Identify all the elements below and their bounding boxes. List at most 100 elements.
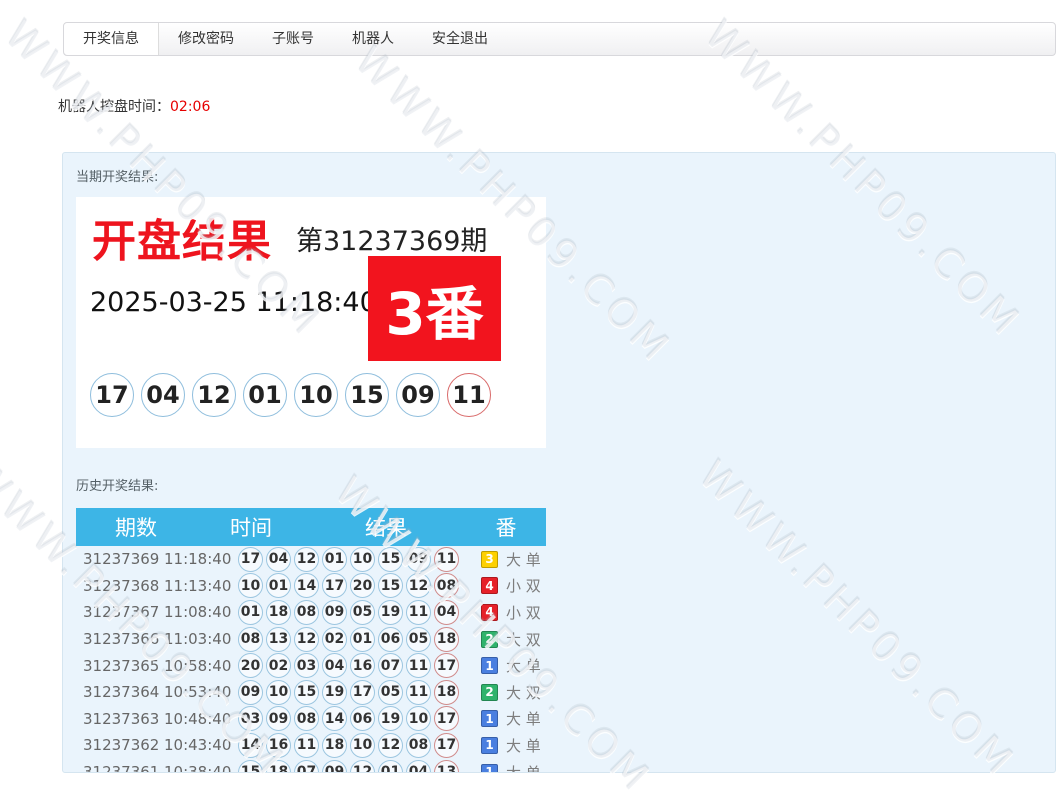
number-ball: 15 — [294, 680, 319, 705]
number-ball: 17 — [238, 547, 263, 572]
time-cell: 10:43:40 — [164, 736, 238, 754]
fan-badge: 2 — [481, 631, 498, 648]
current-result-label: 当期开奖结果: — [76, 166, 158, 185]
type-cell: 大 单 — [506, 735, 541, 756]
history-table: 期数 时间 结果 番 31237369 11:18:40 17041201101… — [76, 508, 546, 773]
tab-lottery-info[interactable]: 开奖信息 — [64, 23, 159, 55]
tab-change-password[interactable]: 修改密码 — [159, 23, 253, 55]
number-ball: 20 — [238, 653, 263, 678]
results-panel: 当期开奖结果: 开盘结果 第31237369期 2025-03-25 11:18… — [62, 152, 1056, 773]
number-ball: 09 — [266, 706, 291, 731]
period-cell: 31237361 — [83, 763, 164, 773]
numbers-cell: 0309081406191017 — [238, 706, 461, 731]
number-ball: 17 — [322, 573, 347, 598]
number-ball: 10 — [294, 373, 338, 417]
period-cell: 31237365 — [83, 657, 164, 675]
current-result-card: 开盘结果 第31237369期 2025-03-25 11:18:40 3番 1… — [76, 197, 546, 448]
period-cell: 31237366 — [83, 630, 164, 648]
number-ball: 01 — [266, 573, 291, 598]
number-ball: 13 — [266, 627, 291, 652]
time-cell: 11:08:40 — [164, 603, 238, 621]
number-ball: 03 — [238, 706, 263, 731]
top-tab-bar: 开奖信息 修改密码 子账号 机器人 安全退出 — [63, 22, 1056, 56]
number-ball: 07 — [378, 653, 403, 678]
robot-time-label: 机器人控盘时间： — [58, 99, 170, 115]
number-ball: 15 — [238, 760, 263, 773]
numbers-cell: 1518070912010413 — [238, 760, 461, 773]
col-result: 结果 — [306, 512, 466, 542]
number-ball: 01 — [238, 600, 263, 625]
number-ball: 12 — [294, 547, 319, 572]
number-ball: 05 — [406, 627, 431, 652]
number-ball: 12 — [294, 627, 319, 652]
table-row: 31237368 11:13:40 1001141720151208 4 小 双 — [76, 573, 546, 600]
number-ball: 12 — [378, 733, 403, 758]
number-ball: 01 — [350, 627, 375, 652]
number-ball: 15 — [378, 547, 403, 572]
table-row: 31237369 11:18:40 1704120110150911 3 大 单 — [76, 546, 546, 573]
number-ball: 08 — [294, 600, 319, 625]
numbers-cell: 0910151917051118 — [238, 680, 461, 705]
tab-logout[interactable]: 安全退出 — [413, 23, 507, 55]
number-ball: 16 — [350, 653, 375, 678]
time-cell: 11:03:40 — [164, 630, 238, 648]
number-ball: 04 — [406, 760, 431, 773]
number-ball: 11 — [406, 600, 431, 625]
number-ball: 09 — [322, 760, 347, 773]
period-cell: 31237362 — [83, 736, 164, 754]
number-ball: 02 — [266, 653, 291, 678]
number-ball: 06 — [350, 706, 375, 731]
number-ball: 10 — [350, 547, 375, 572]
number-ball: 11 — [294, 733, 319, 758]
number-ball: 01 — [243, 373, 287, 417]
fan-badge: 4 — [481, 577, 498, 594]
number-ball: 18 — [434, 680, 459, 705]
type-cell: 小 双 — [506, 575, 541, 596]
number-ball: 06 — [378, 627, 403, 652]
col-period: 期数 — [76, 512, 196, 542]
number-ball: 20 — [350, 573, 375, 598]
numbers-cell: 2002030416071117 — [238, 653, 461, 678]
type-cell: 大 双 — [506, 629, 541, 650]
fan-badge: 3 — [481, 551, 498, 568]
time-cell: 10:48:40 — [164, 710, 238, 728]
number-ball: 18 — [434, 627, 459, 652]
number-ball: 08 — [406, 733, 431, 758]
number-ball: 17 — [434, 733, 459, 758]
number-ball: 09 — [396, 373, 440, 417]
number-ball: 15 — [345, 373, 389, 417]
number-ball: 09 — [322, 600, 347, 625]
number-ball: 14 — [322, 706, 347, 731]
history-result-label: 历史开奖结果: — [76, 475, 158, 494]
number-ball: 14 — [238, 733, 263, 758]
table-row: 31237365 10:58:40 2002030416071117 1 大 单 — [76, 652, 546, 679]
number-ball: 04 — [322, 653, 347, 678]
number-ball: 18 — [266, 600, 291, 625]
type-cell: 大 单 — [506, 762, 541, 773]
numbers-cell: 1416111810120817 — [238, 733, 461, 758]
time-cell: 10:58:40 — [164, 657, 238, 675]
fan-badge: 4 — [481, 604, 498, 621]
number-ball: 19 — [378, 706, 403, 731]
number-ball: 09 — [238, 680, 263, 705]
col-fan: 番 — [466, 512, 546, 542]
tab-sub-account[interactable]: 子账号 — [253, 23, 333, 55]
number-ball: 11 — [406, 653, 431, 678]
period-cell: 31237363 — [83, 710, 164, 728]
fan-badge: 1 — [481, 737, 498, 754]
number-ball: 04 — [266, 547, 291, 572]
number-ball: 09 — [406, 547, 431, 572]
tab-robot[interactable]: 机器人 — [333, 23, 413, 55]
current-numbers: 17 04 12 01 10 15 09 11 — [90, 373, 491, 417]
number-ball: 14 — [294, 573, 319, 598]
history-table-body: 31237369 11:18:40 1704120110150911 3 大 单… — [76, 546, 546, 773]
number-ball: 01 — [378, 760, 403, 773]
number-ball: 08 — [238, 627, 263, 652]
number-ball: 08 — [294, 706, 319, 731]
numbers-cell: 0813120201060518 — [238, 627, 461, 652]
period-cell: 31237364 — [83, 683, 164, 701]
robot-time-value: 02:06 — [170, 99, 210, 115]
table-row: 31237364 10:53:40 0910151917051118 2 大 双 — [76, 679, 546, 706]
fan-badge: 1 — [481, 764, 498, 773]
number-ball: 05 — [378, 680, 403, 705]
